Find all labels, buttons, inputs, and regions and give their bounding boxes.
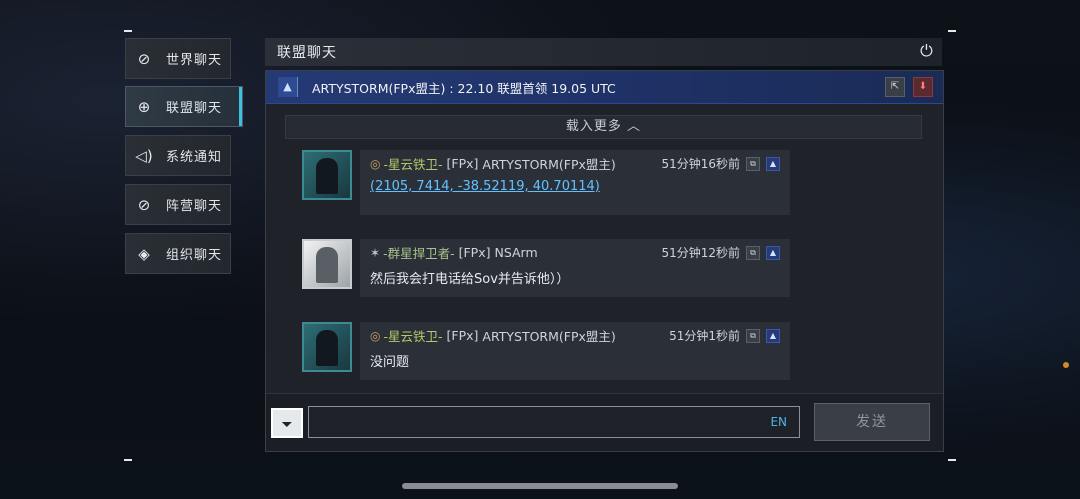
pin-up-icon: ▲ (278, 77, 298, 97)
alliance-tag: [FPx] (446, 328, 479, 343)
pinned-actions: ⇱ ⬇ (885, 77, 933, 97)
message-body: 没问题 (370, 355, 410, 370)
copy-icon[interactable]: ⧉ (746, 328, 760, 343)
tab-label: 组织聊天 (166, 248, 223, 263)
tab-system-notice[interactable]: ◁) 系统通知 (125, 135, 231, 176)
download-icon[interactable]: ⬇ (913, 77, 933, 97)
alliance-tag: [FPx] (446, 156, 479, 171)
alliance-badge-icon: ◎ (370, 156, 381, 171)
message-time: 51分钟12秒前 (661, 246, 740, 260)
collapse-icon[interactable]: ⏻ (916, 40, 938, 62)
alliance-badge-icon: ✶ (370, 245, 381, 260)
message-body: 然后我会打电话给Sov并告诉他）） (370, 272, 570, 287)
message-bubble: ◎ -星云铁卫- [FPx] ARTYSTORM(FPx盟主) 51分钟16秒前… (360, 150, 790, 215)
message-time: 51分钟16秒前 (661, 157, 740, 171)
avatar[interactable] (302, 150, 352, 200)
copy-icon[interactable]: ⧉ (746, 156, 760, 171)
language-toggle[interactable]: EN (770, 415, 787, 429)
panel-header: 联盟聊天 ⏻ (265, 38, 942, 66)
alliance-tag: [FPx] (458, 245, 491, 260)
copy-icon[interactable]: ⧉ (746, 245, 760, 260)
pin-message-icon[interactable]: ▲ (766, 328, 780, 343)
home-indicator[interactable] (402, 483, 678, 489)
player-name[interactable]: NSArm (494, 245, 537, 260)
tab-label: 阵营聊天 (166, 199, 223, 214)
load-more-button[interactable]: 载入更多 ︿ (285, 115, 922, 139)
chat-input[interactable]: EN (308, 406, 800, 438)
player-name[interactable]: ARTYSTORM(FPx盟主) (482, 154, 615, 173)
filter-icon[interactable]: ⏷ (271, 408, 303, 438)
tab-alliance-chat[interactable]: ⊕ 联盟聊天 (125, 86, 243, 127)
pin-message-icon[interactable]: ▲ (766, 245, 780, 260)
tab-org-chat[interactable]: ◈ 组织聊天 (125, 233, 231, 274)
expand-icon[interactable]: ⇱ (885, 77, 905, 97)
notification-dot (1063, 362, 1069, 368)
planet-icon: ⊘ (137, 195, 151, 214)
tab-label: 世界聊天 (166, 53, 223, 68)
send-button[interactable]: 发送 (814, 403, 930, 441)
message-time: 51分钟1秒前 (669, 329, 740, 343)
tab-label: 系统通知 (166, 150, 223, 165)
pin-message-icon[interactable]: ▲ (766, 156, 780, 171)
planet-icon: ⊘ (137, 49, 151, 68)
alliance-name: -星云铁卫- (383, 157, 443, 172)
tab-world-chat[interactable]: ⊘ 世界聊天 (125, 38, 231, 79)
corner-marker (124, 459, 132, 461)
corner-marker (124, 30, 132, 32)
message-bubble: ◎ -星云铁卫- [FPx] ARTYSTORM(FPx盟主) 51分钟1秒前 … (360, 322, 790, 380)
coordinate-link[interactable]: (2105, 7414, -38.52119, 40.70114) (370, 179, 600, 194)
avatar[interactable] (302, 322, 352, 372)
corner-marker (948, 30, 956, 32)
handshake-icon: ◈ (138, 244, 150, 263)
alliance-name: -星云铁卫- (383, 329, 443, 344)
avatar[interactable] (302, 239, 352, 289)
pinned-text: ARTYSTORM(FPx盟主) : 22.10 联盟首领 19.05 UTC (312, 80, 616, 96)
message-body: (2105, 7414, -38.52119, 40.70114) (370, 179, 780, 194)
message-header: ◎ -星云铁卫- [FPx] ARTYSTORM(FPx盟主) 51分钟1秒前 … (370, 326, 780, 345)
input-row: ⏷ EN 发送 (266, 393, 943, 451)
message-bubble: ✶ -群星捍卫者- [FPx] NSArm 51分钟12秒前 ⧉ ▲ 然后我会打… (360, 239, 790, 297)
corner-marker (948, 459, 956, 461)
panel-title: 联盟聊天 (277, 45, 337, 61)
tab-label: 联盟聊天 (166, 101, 223, 116)
player-name[interactable]: ARTYSTORM(FPx盟主) (482, 326, 615, 345)
globe-icon: ⊕ (137, 97, 151, 116)
chat-panel: ▲ ARTYSTORM(FPx盟主) : 22.10 联盟首领 19.05 UT… (265, 70, 944, 452)
alliance-badge-icon: ◎ (370, 328, 381, 343)
message-header: ◎ -星云铁卫- [FPx] ARTYSTORM(FPx盟主) 51分钟16秒前… (370, 154, 780, 173)
pinned-announcement[interactable]: ▲ ARTYSTORM(FPx盟主) : 22.10 联盟首领 19.05 UT… (266, 71, 943, 104)
alliance-name: -群星捍卫者- (383, 246, 455, 261)
message-header: ✶ -群星捍卫者- [FPx] NSArm 51分钟12秒前 ⧉ ▲ (370, 243, 780, 262)
speaker-icon: ◁) (135, 146, 153, 165)
tab-faction-chat[interactable]: ⊘ 阵营聊天 (125, 184, 231, 225)
